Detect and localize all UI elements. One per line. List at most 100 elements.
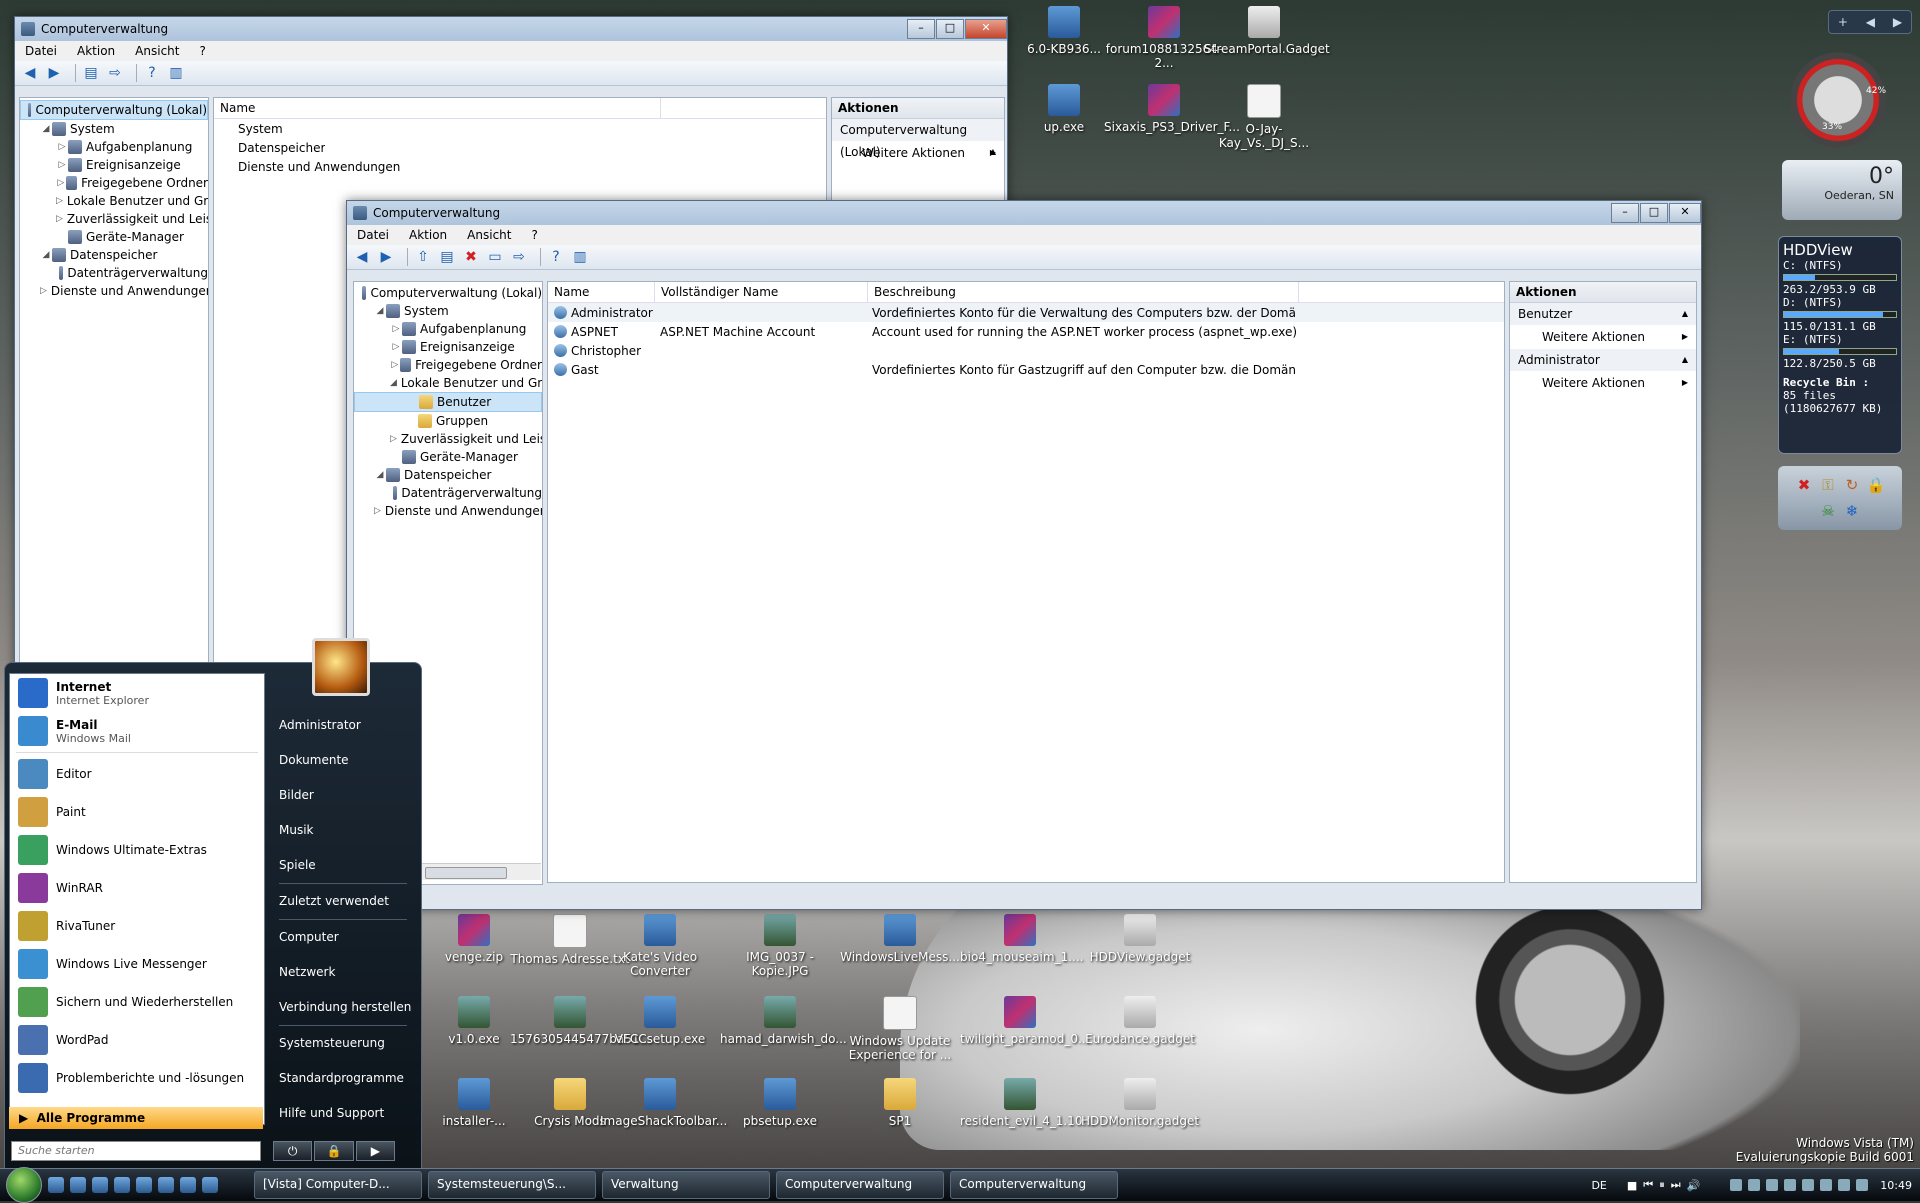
back-tree-pane[interactable]: Computerverwaltung (Lokal) ◢ System ▷ Aufgab… [19, 97, 209, 667]
front-list-pane[interactable]: Name Vollständiger Name Beschreibung Admin… [547, 281, 1505, 883]
menu-datei[interactable]: Datei [15, 44, 67, 58]
taskbar-button[interactable]: Systemsteuerung\S... [428, 1171, 596, 1199]
desktop-icon[interactable]: Kate's Video Converter [600, 914, 720, 978]
start-place-item[interactable]: Systemsteuerung [273, 1026, 413, 1061]
expand-arrow-icon[interactable]: ▷ [56, 156, 68, 174]
expand-arrow-icon[interactable]: ▷ [390, 356, 400, 374]
volume-icon[interactable]: 🔊 [1687, 1179, 1701, 1192]
taskbar-button[interactable]: Computerverwaltung [776, 1171, 944, 1199]
chevron-right-icon[interactable]: ▶ [355, 1141, 395, 1161]
start-search-input[interactable]: Suche starten [11, 1141, 261, 1161]
taskbar-clock[interactable]: 10:49 [1880, 1179, 1912, 1192]
actions-section[interactable]: Computerverwaltung (Lokal) [832, 119, 1004, 163]
internet-explorer-icon[interactable] [92, 1177, 108, 1193]
tray-icon[interactable] [1784, 1179, 1797, 1191]
taskbar-button[interactable]: Verwaltung [602, 1171, 770, 1199]
tree-item[interactable]: ▷ Aufgabenplanung [20, 138, 208, 156]
speaker-icon[interactable] [1856, 1179, 1869, 1191]
skull-icon[interactable]: ☠ [1818, 501, 1838, 521]
tree-item[interactable]: Gruppen [354, 412, 542, 430]
tree-item[interactable]: ◢ System [354, 302, 542, 320]
more-actions[interactable]: Weitere Aktionen [1510, 325, 1696, 349]
start-recent-item[interactable]: WordPad [10, 1021, 264, 1059]
desktop-icon[interactable]: O-Jay-Kay_Vs._DJ_S... [1204, 84, 1324, 150]
start-place-item[interactable]: Netzwerk [273, 955, 413, 990]
tree-item[interactable]: ▷ Freigegebene Ordner [20, 174, 208, 192]
tray-icon[interactable] [1766, 1179, 1779, 1191]
quick-launch-icon[interactable] [114, 1177, 130, 1193]
start-pinned-item[interactable]: Internet Internet Explorer [10, 674, 264, 712]
tree-item[interactable]: Computerverwaltung (Lokal) [20, 100, 208, 120]
all-programs-button[interactable]: ▶ Alle Programme [9, 1107, 263, 1129]
network-icon[interactable] [1838, 1179, 1851, 1191]
tree-item[interactable]: ▷ Zuverlässigkeit und Leis [20, 210, 208, 228]
start-recent-item[interactable]: RivaTuner [10, 907, 264, 945]
weather-gadget[interactable]: 0° Oederan, SN [1782, 160, 1902, 220]
media-next-icon[interactable]: ⏭ [1671, 1178, 1681, 1192]
start-place-item[interactable]: Hilfe und Support [273, 1096, 413, 1131]
delete-icon[interactable]: ✖ [462, 248, 480, 266]
start-recent-item[interactable]: Paint [10, 793, 264, 831]
expand-arrow-icon[interactable]: ▷ [56, 192, 63, 210]
taskbar-button[interactable]: [Vista] Computer-D... [254, 1171, 422, 1199]
tree-item[interactable]: ◢ System [20, 120, 208, 138]
tree-item[interactable]: ▷ Dienste und Anwendungen [20, 282, 208, 300]
back-arrow-icon[interactable]: ◀ [21, 64, 39, 82]
expand-arrow-icon[interactable]: ◢ [374, 302, 386, 320]
lock-icon[interactable]: 🔒 [1866, 475, 1886, 495]
tray-icon[interactable] [1802, 1179, 1815, 1191]
desktop-icon[interactable]: twilight_paramod_0... [960, 996, 1089, 1046]
start-place-item[interactable]: Administrator [273, 708, 413, 743]
expand-arrow-icon[interactable]: ◢ [40, 246, 52, 264]
close-button[interactable]: ✕ [1669, 203, 1701, 223]
menu-ansicht[interactable]: Ansicht [457, 228, 521, 242]
quick-launch-icon[interactable] [136, 1177, 152, 1193]
lock-icon[interactable]: 🔒 [314, 1141, 354, 1161]
tree-item[interactable]: Datenträgerverwaltung [20, 264, 208, 282]
expand-arrow-icon[interactable]: ▷ [56, 138, 68, 156]
list-item[interactable]: Datenspeicher [214, 138, 826, 157]
tree-item[interactable]: Computerverwaltung (Lokal) [354, 284, 542, 302]
key-icon[interactable]: ⚿ [1818, 475, 1838, 495]
start-menu[interactable]: Internet Internet Explorer E-Mail Windows M… [4, 662, 422, 1172]
start-recent-item[interactable]: Sichern und Wiederherstellen [10, 983, 264, 1021]
column-name[interactable]: Name [214, 98, 661, 118]
quick-launch-icon[interactable] [202, 1177, 218, 1193]
up-folder-icon[interactable]: ⇧ [414, 248, 432, 266]
column-header[interactable]: Name [548, 282, 655, 302]
list-item[interactable]: System [214, 119, 826, 138]
front-window[interactable]: Computerverwaltung – □ ✕ Datei Aktion Ansi… [346, 200, 1702, 910]
tree-item[interactable]: ▷ Lokale Benutzer und Gr [20, 192, 208, 210]
desktop-icon[interactable]: WindowsLiveMess... [840, 914, 960, 964]
maximize-button[interactable]: □ [1640, 203, 1668, 223]
desktop-icon[interactable]: bio4_mouseaim_1.... [960, 914, 1083, 964]
tree-item[interactable]: Benutzer [354, 392, 542, 412]
tree-item[interactable]: Geräte-Manager [354, 448, 542, 466]
minimize-button[interactable]: – [907, 19, 935, 39]
desktop-icon[interactable]: HDDMonitor.gadget [1080, 1078, 1200, 1128]
start-button[interactable] [6, 1167, 42, 1203]
tray-icon[interactable] [1820, 1179, 1833, 1191]
show-hide-action-pane-icon[interactable]: ▥ [167, 64, 185, 82]
cpu-meter-gadget[interactable]: 33% 42% [1778, 50, 1898, 150]
start-place-item[interactable]: Dokumente [273, 743, 413, 778]
scrollbar-thumb[interactable] [425, 867, 507, 879]
column-header[interactable]: Beschreibung [868, 282, 1299, 302]
switch-windows-icon[interactable] [70, 1177, 86, 1193]
menu-help[interactable]: ? [189, 44, 215, 58]
menu-help[interactable]: ? [521, 228, 547, 242]
desktop-icon[interactable]: ImageShackToolbar... [600, 1078, 727, 1128]
close-button[interactable]: ✕ [965, 19, 1007, 39]
show-hide-tree-icon[interactable]: ▤ [82, 64, 100, 82]
show-hide-tree-icon[interactable]: ▤ [438, 248, 456, 266]
tray-icon[interactable] [1748, 1179, 1761, 1191]
start-recent-item[interactable]: Windows Live Messenger [10, 945, 264, 983]
menu-datei[interactable]: Datei [347, 228, 399, 242]
quick-launch-icon[interactable] [180, 1177, 196, 1193]
desktop-icon[interactable]: hamad_darwish_do... [720, 996, 847, 1046]
expand-arrow-icon[interactable]: ▷ [390, 430, 397, 448]
back-arrow-icon[interactable]: ◀ [353, 248, 371, 266]
expand-arrow-icon[interactable]: ▷ [374, 502, 381, 520]
media-previous-icon[interactable]: ⏮ [1643, 1178, 1653, 1192]
media-stop-icon[interactable]: ■ [1627, 1179, 1637, 1192]
